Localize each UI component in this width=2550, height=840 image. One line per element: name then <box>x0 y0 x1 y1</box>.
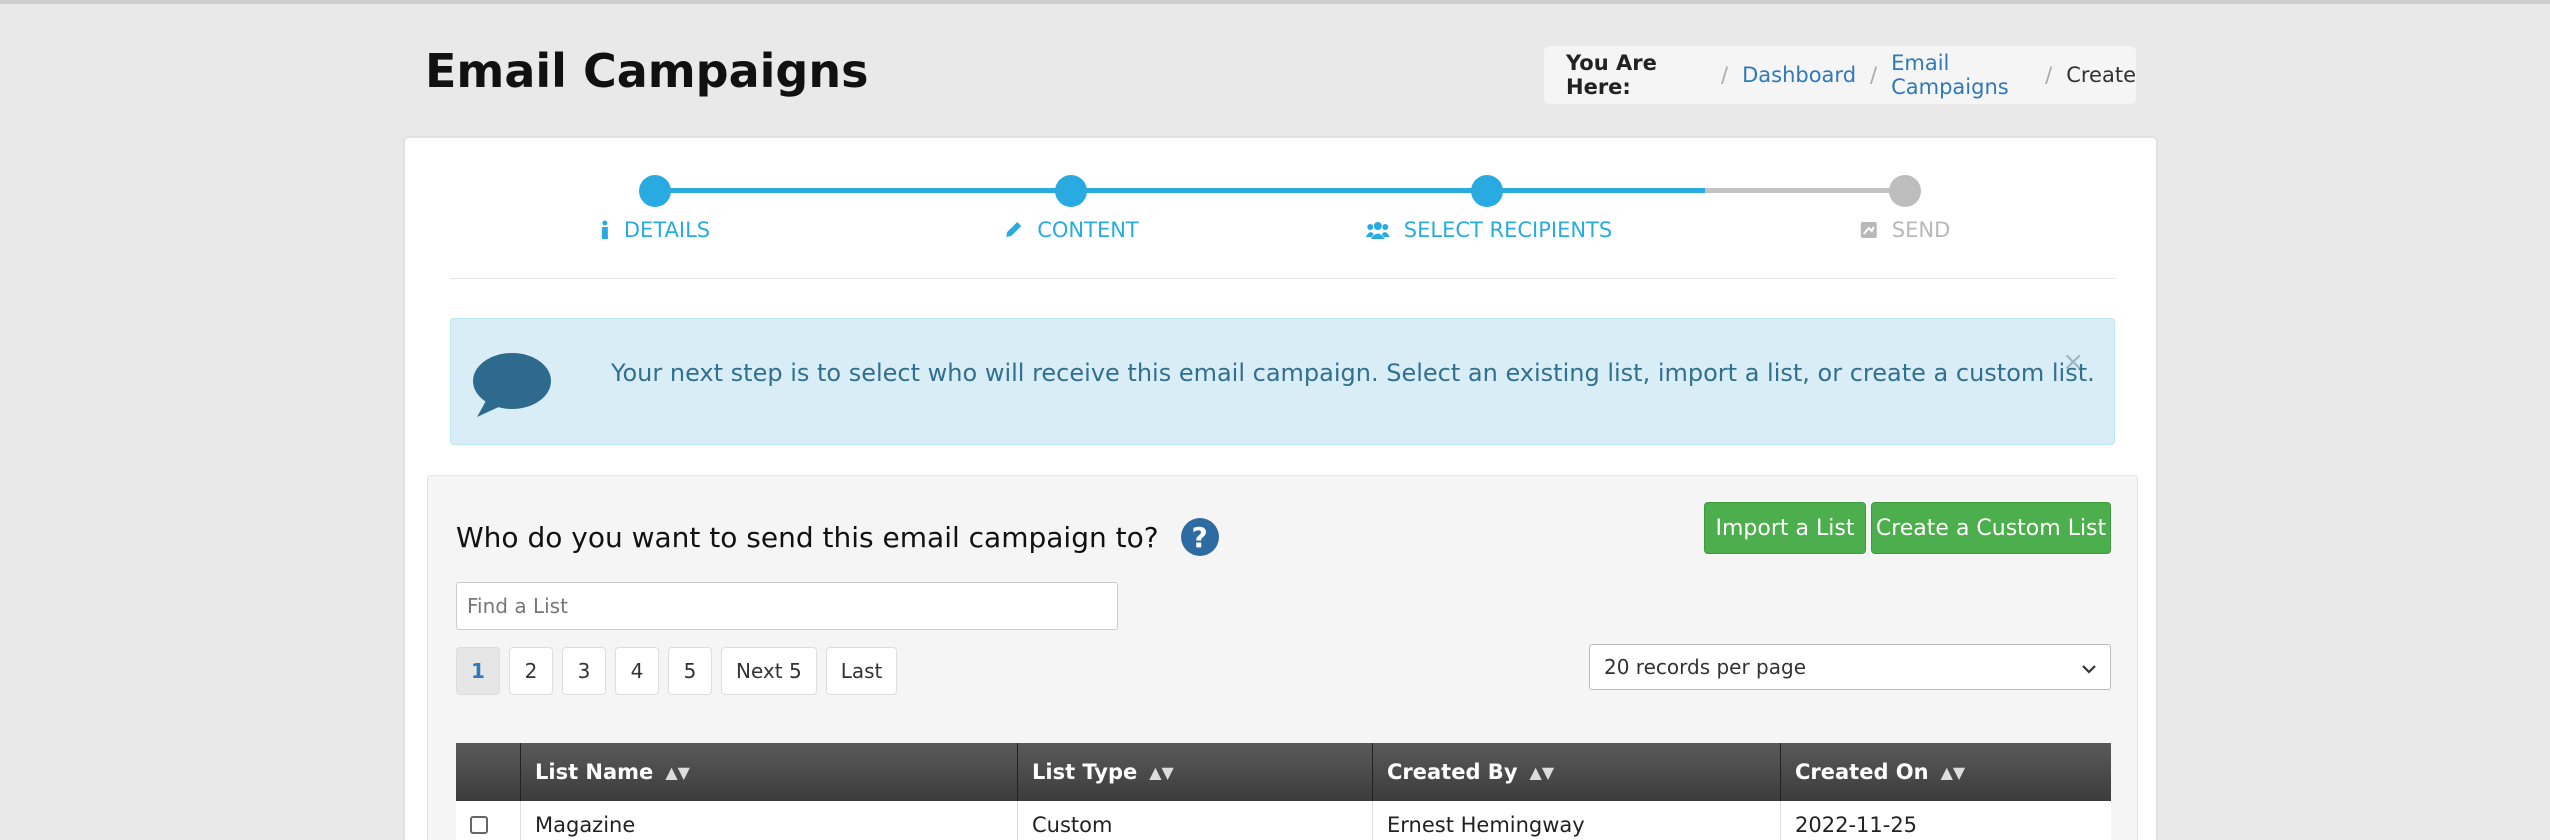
create-custom-list-button[interactable]: Create a Custom List <box>1871 502 2111 554</box>
import-list-button[interactable]: Import a List <box>1704 502 1866 554</box>
help-icon[interactable]: ? <box>1180 518 1219 556</box>
column-header-list-type[interactable]: List Type ▲▼ <box>1018 743 1373 801</box>
wizard-step-content[interactable]: CONTENT <box>1003 218 1139 242</box>
page-title: Email Campaigns <box>425 44 869 98</box>
next-5-button[interactable]: Next 5 <box>721 647 817 695</box>
cell-list-name: Magazine <box>521 801 1018 840</box>
alert-message: Your next step is to select who will rec… <box>611 359 2095 387</box>
send-icon <box>1860 221 1878 239</box>
close-icon[interactable]: × <box>2062 347 2084 377</box>
sort-icon: ▲▼ <box>665 762 690 782</box>
wizard-steps: DETAILS CONTENT SELECT RECIPIENTS SEND <box>405 138 2160 278</box>
wizard-step-details[interactable]: DETAILS <box>600 218 710 242</box>
wizard-step-select-recipients[interactable]: SELECT RECIPIENTS <box>1365 218 1613 242</box>
row-checkbox[interactable] <box>470 815 488 834</box>
info-alert: Your next step is to select who will rec… <box>450 318 2115 445</box>
breadcrumb-separator: / <box>1721 63 1729 87</box>
wizard-step-label: SELECT RECIPIENTS <box>1403 218 1613 242</box>
sort-icon: ▲▼ <box>1940 762 1966 782</box>
chevron-down-icon <box>2082 655 2096 679</box>
wizard-dot-select-recipients[interactable] <box>1471 175 1503 207</box>
wizard-step-label: SEND <box>1891 218 1951 242</box>
select-column-header <box>456 743 521 801</box>
column-header-list-name[interactable]: List Name ▲▼ <box>521 743 1018 801</box>
page-3-button[interactable]: 3 <box>562 647 606 695</box>
page-5-button[interactable]: 5 <box>668 647 712 695</box>
recipients-question: Who do you want to send this email campa… <box>456 518 1219 556</box>
find-list-input[interactable] <box>456 582 1118 630</box>
wizard-divider <box>450 278 2115 279</box>
top-border <box>0 0 2550 4</box>
records-per-page-select[interactable]: 20 records per page <box>1589 644 2111 690</box>
page-4-button[interactable]: 4 <box>615 647 659 695</box>
page-1-button[interactable]: 1 <box>456 647 500 695</box>
wizard-dot-content[interactable] <box>1055 175 1087 207</box>
table-row[interactable]: Magazine Custom Ernest Hemingway 2022-11… <box>456 801 2111 840</box>
wizard-step-label: DETAILS <box>623 218 711 242</box>
recipients-question-text: Who do you want to send this email campa… <box>456 520 1159 554</box>
table-header: List Name ▲▼ List Type ▲▼ Created By ▲▼ Cre… <box>456 743 2111 801</box>
column-label: Created By <box>1387 760 1518 784</box>
speech-bubble-icon <box>471 351 553 423</box>
column-header-created-on[interactable]: Created On ▲▼ <box>1781 743 2111 801</box>
lists-table: List Name ▲▼ List Type ▲▼ Created By ▲▼ Cre… <box>456 743 2111 840</box>
sort-icon: ▲▼ <box>1529 762 1555 782</box>
pencil-icon <box>1003 220 1023 240</box>
breadcrumb-separator: / <box>2045 63 2053 87</box>
pagination: 1 2 3 4 5 Next 5 Last <box>456 647 898 695</box>
column-label: Created On <box>1795 760 1929 784</box>
breadcrumb-dashboard-link[interactable]: Dashboard <box>1742 63 1856 87</box>
info-icon <box>600 220 610 240</box>
wizard-dot-send <box>1889 175 1921 207</box>
column-header-created-by[interactable]: Created By ▲▼ <box>1373 743 1781 801</box>
cell-list-type: Custom <box>1018 801 1373 840</box>
cell-created-on: 2022-11-25 <box>1795 812 1918 837</box>
column-label: List Type <box>1032 760 1138 784</box>
records-per-page-value: 20 records per page <box>1604 655 1807 679</box>
cell-created-by: Ernest Hemingway <box>1373 801 1781 840</box>
breadcrumb-email-campaigns-link[interactable]: Email Campaigns <box>1891 51 2031 99</box>
wizard-dot-details[interactable] <box>639 175 671 207</box>
breadcrumb-separator: / <box>1870 63 1878 87</box>
users-icon <box>1365 220 1390 240</box>
row-select-cell <box>456 801 521 840</box>
breadcrumb-current: Create <box>2066 63 2136 87</box>
wizard-remaining-line <box>1705 188 1905 193</box>
wizard-progress-line <box>655 188 1705 193</box>
wizard-step-send: SEND <box>1860 218 1950 242</box>
wizard-step-label: CONTENT <box>1037 218 1139 242</box>
campaign-panel: DETAILS CONTENT SELECT RECIPIENTS SEND Y… <box>403 136 2158 840</box>
last-page-button[interactable]: Last <box>825 647 898 695</box>
recipients-section: Who do you want to send this email campa… <box>427 475 2138 840</box>
page-2-button[interactable]: 2 <box>509 647 553 695</box>
sort-icon: ▲▼ <box>1149 762 1174 782</box>
column-label: List Name <box>535 760 654 784</box>
breadcrumb-label: You Are Here: <box>1566 51 1657 99</box>
breadcrumb: You Are Here: / Dashboard / Email Campai… <box>1544 46 2136 104</box>
